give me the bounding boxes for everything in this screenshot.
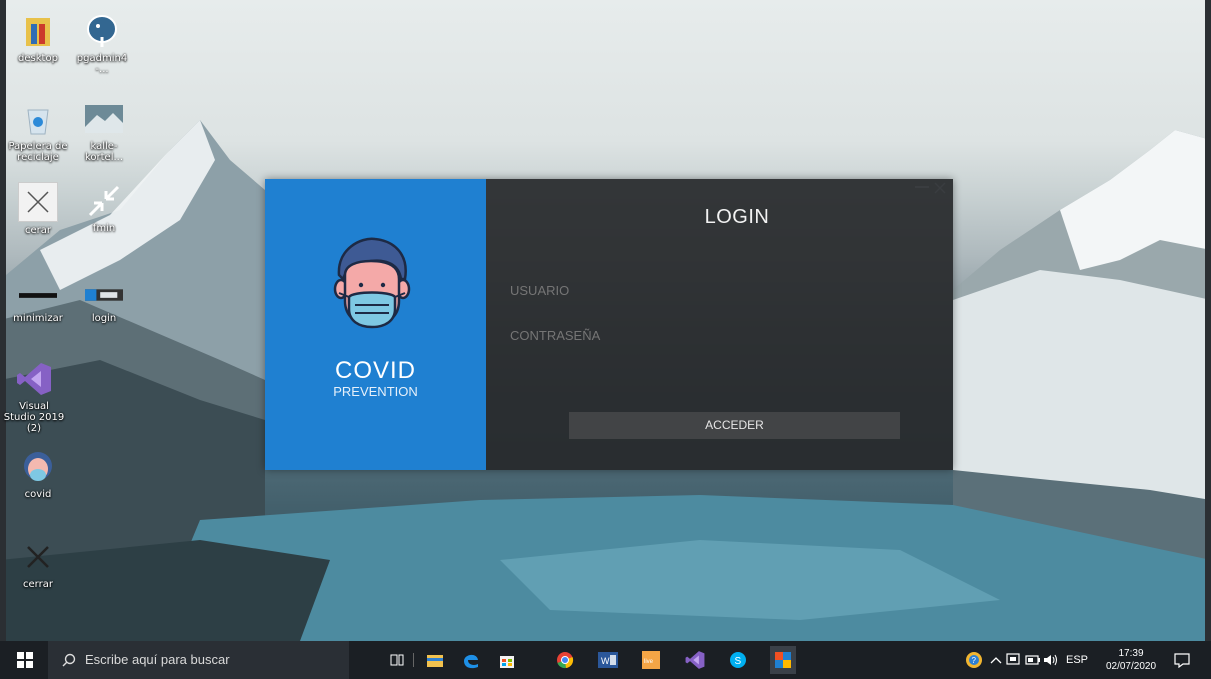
image-file-icon xyxy=(85,100,123,138)
brand-panel: COVID PREVENTION xyxy=(265,179,486,470)
desktop-icon-desktop[interactable]: desktop xyxy=(6,12,70,64)
battery-icon[interactable] xyxy=(1023,650,1043,670)
desktop-icon-label: cerrar xyxy=(23,579,53,590)
desktop-icon-cerrar[interactable]: cerrar xyxy=(6,538,70,590)
close-x-icon xyxy=(19,538,57,576)
desktop-icon-label: Visual Studio 2019 (2) xyxy=(3,401,65,434)
recycle-bin-icon xyxy=(19,100,57,138)
language-indicator[interactable]: ESP xyxy=(1066,654,1088,666)
network-icon[interactable] xyxy=(1004,650,1024,670)
desktop-icon-label: Papelera de reciclaje xyxy=(8,141,68,163)
close-icon xyxy=(934,182,946,194)
desktop-icon-label: minimizar xyxy=(13,313,63,324)
visual-studio-taskbar-icon[interactable] xyxy=(685,650,705,670)
file-explorer-icon[interactable] xyxy=(425,650,445,670)
word-icon[interactable]: W xyxy=(598,650,618,670)
clock-time: 17:39 xyxy=(1118,648,1144,659)
window-minimize-button[interactable] xyxy=(915,181,929,191)
desktop-icon-label: kalle-kortel... xyxy=(84,141,124,163)
close-x-icon xyxy=(18,182,58,222)
svg-text:S: S xyxy=(735,656,742,667)
chevron-up-icon[interactable] xyxy=(986,650,1006,670)
desktop-icon-login[interactable]: login xyxy=(72,280,136,324)
svg-text:?: ? xyxy=(972,656,977,665)
desktop-icon-minimizar[interactable]: minimizar xyxy=(6,280,70,324)
username-input[interactable] xyxy=(510,279,930,301)
desktop-icon-cerar[interactable]: cerar xyxy=(6,182,70,236)
desktop-icon-covid[interactable]: covid xyxy=(6,448,70,500)
taskbar-search-box[interactable]: Escribe aquí para buscar xyxy=(48,641,349,679)
task-view-icon[interactable] xyxy=(387,650,407,670)
app-window-icon[interactable] xyxy=(770,646,796,674)
start-button[interactable] xyxy=(17,652,33,668)
minimize-arrows-icon xyxy=(85,182,123,220)
desktop-icon-visual-studio[interactable]: Visual Studio 2019 (2) xyxy=(2,360,66,434)
dash-icon xyxy=(19,280,57,310)
postgres-elephant-icon xyxy=(83,12,121,50)
password-input[interactable] xyxy=(510,324,930,346)
visual-studio-icon xyxy=(15,360,53,398)
window-close-button[interactable] xyxy=(933,179,947,194)
folder-icon xyxy=(19,12,57,50)
clock-date: 02/07/2020 xyxy=(1105,661,1157,672)
acceder-button[interactable]: ACCEDER xyxy=(569,412,900,439)
desktop-icon-label: covid xyxy=(24,489,52,500)
desktop-icon-label: desktop xyxy=(18,53,58,64)
brand-title: COVID xyxy=(334,357,416,384)
covid-mask-logo-icon xyxy=(331,235,413,331)
brand-subtitle: PREVENTION xyxy=(333,384,418,399)
desktop-icon-recycle-bin[interactable]: Papelera de reciclaje xyxy=(6,100,70,163)
svg-text:W: W xyxy=(601,656,610,666)
desktop-icon-kalle[interactable]: kalle-kortel... xyxy=(72,100,136,163)
taskbar-divider xyxy=(413,653,414,667)
desktop-icon-label: cerar xyxy=(24,225,51,236)
clock[interactable]: 17:39 02/07/2020 xyxy=(1098,647,1164,673)
covid-face-icon xyxy=(19,448,57,486)
desktop-icon-label: pgadmin4 -... xyxy=(76,53,128,75)
help-icon[interactable]: ? xyxy=(964,650,984,670)
login-title: LOGIN xyxy=(704,206,770,228)
login-form-panel: LOGIN ACCEDER xyxy=(486,179,953,470)
store-icon[interactable] xyxy=(497,650,517,670)
windows-logo-icon xyxy=(17,652,33,668)
desktop-icon-label: fmin xyxy=(92,223,116,234)
login-window: COVID PREVENTION LOGIN ACCEDER xyxy=(265,179,953,470)
desktop-icon-label: login xyxy=(91,313,117,324)
desktop-icon-fmin[interactable]: fmin xyxy=(72,182,136,234)
login-app-icon xyxy=(85,280,123,310)
notification-center-icon[interactable] xyxy=(1172,650,1192,670)
live-icon[interactable]: live xyxy=(641,650,661,670)
desktop-icon-pgadmin[interactable]: pgadmin4 -... xyxy=(70,12,134,75)
search-placeholder: Escribe aquí para buscar xyxy=(85,652,230,667)
edge-icon[interactable] xyxy=(461,650,481,670)
skype-icon[interactable]: S xyxy=(728,650,748,670)
svg-text:live: live xyxy=(644,659,654,665)
minimize-icon xyxy=(915,186,929,188)
volume-icon[interactable] xyxy=(1041,650,1061,670)
search-icon xyxy=(62,653,76,667)
chrome-icon[interactable] xyxy=(555,650,575,670)
